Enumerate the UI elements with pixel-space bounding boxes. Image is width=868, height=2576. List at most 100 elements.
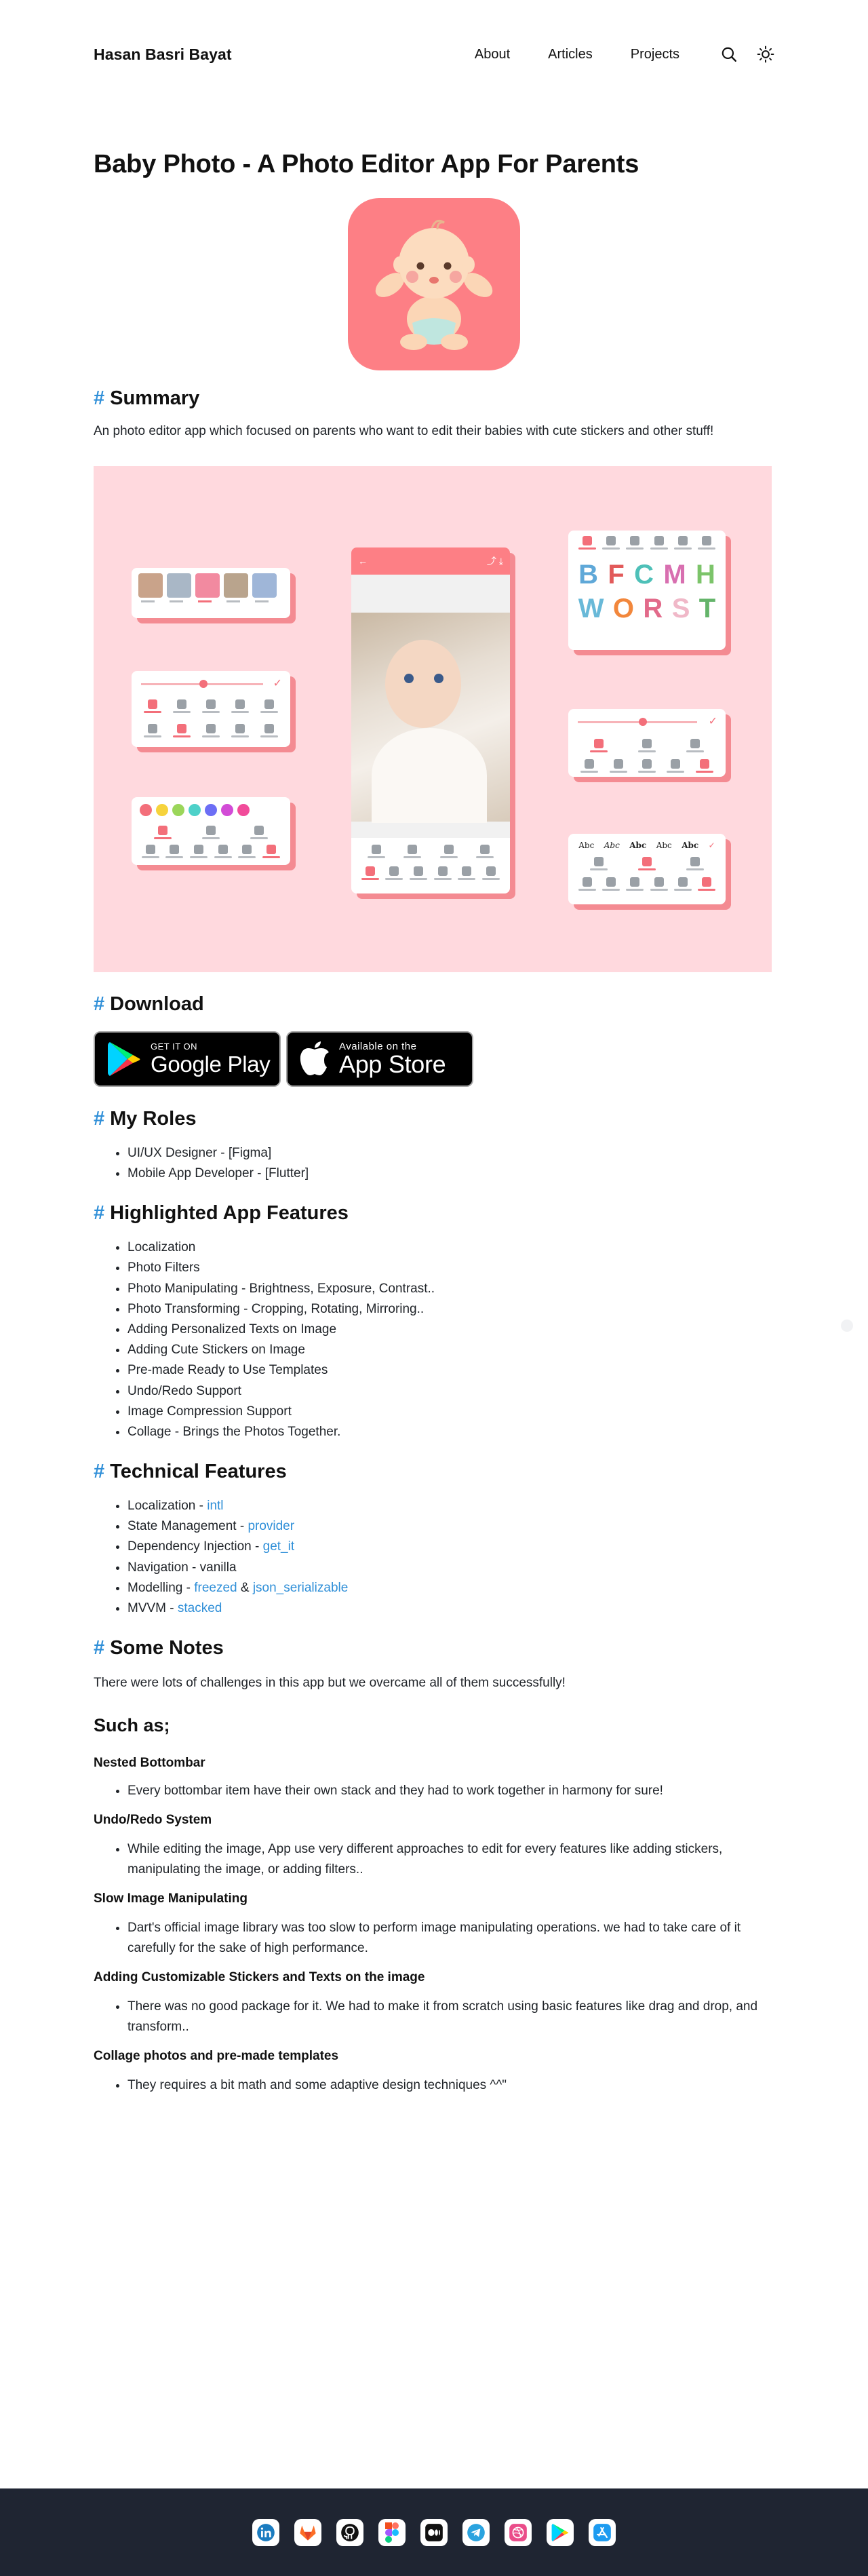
list-item: Localization [127,1237,774,1258]
nav-projects[interactable]: Projects [631,47,679,62]
text-color-screen-card [132,797,290,866]
sticker-letter: O [612,594,634,624]
list-item: Localization - intl [127,1496,774,1516]
note-text: Every bottombar item have their own stac… [127,1781,774,1801]
tech-label: State Management - [127,1519,248,1534]
site-header: Hasan Basri Bayat About Articles Project… [94,39,774,69]
anchor-hash[interactable]: # [94,1636,104,1660]
link-freezed[interactable]: freezed [194,1581,237,1595]
roles-heading-text: My Roles [110,1108,197,1130]
notes-heading-text: Some Notes [110,1637,224,1659]
roles-list: UI/UX Designer - [Figma] Mobile App Deve… [94,1143,774,1184]
sticker-letter: R [643,594,663,624]
anchor-hash[interactable]: # [94,1107,104,1131]
telegram-icon[interactable] [462,2518,490,2546]
list-item: MVVM - stacked [127,1598,774,1619]
note-title: Collage photos and pre-made templates [94,2049,339,2064]
link-provider[interactable]: provider [248,1519,294,1533]
google-badge-small-text: GET IT ON [151,1041,198,1052]
sticker-letter: W [578,594,604,624]
note-title: Nested Bottombar [94,1756,205,1771]
roles-heading: # My Roles [94,1107,774,1131]
brand-link[interactable]: Hasan Basri Bayat [94,45,232,64]
brightness-screen-card: ✓ [568,709,726,777]
anchor-hash[interactable]: # [94,387,104,410]
gitlab-icon[interactable] [294,2518,321,2546]
features-heading-text: Highlighted App Features [110,1202,349,1225]
tech-label: Navigation - vanilla [127,1560,237,1575]
anchor-hash[interactable]: # [94,1460,104,1484]
anchor-hash[interactable]: # [94,993,104,1016]
note-list: Every bottombar item have their own stac… [94,1781,774,1801]
list-item: UI/UX Designer - [Figma] [127,1143,774,1164]
google-play-badge[interactable]: GET IT ON Google Play [94,1031,281,1088]
adjust-screen-card: ✓ [132,671,290,748]
note-text: While editing the image, App use very di… [127,1839,774,1880]
app-store-badge[interactable]: Available on the App Store [286,1031,473,1088]
sticker-letter: S [671,594,690,624]
anchor-hash[interactable]: # [94,1202,104,1225]
note-text: There was no good package for it. We had… [127,1997,774,2037]
link-stacked[interactable]: stacked [178,1601,222,1615]
link-get-it[interactable]: get_it [263,1539,294,1554]
google-badge-big-text: Google Play [151,1052,271,1077]
back-arrow-icon: ← [358,556,368,567]
note-title: Adding Customizable Stickers and Texts o… [94,1970,425,1985]
sticker-letter: F [608,560,625,590]
google-play-icon [108,1042,140,1077]
tech-list: Localization - intl State Management - p… [94,1496,774,1619]
notes-subheading: Such as; [94,1715,170,1736]
app-icon-image [348,197,520,370]
fonts-screen-card: Abc Abc Abc Abc Abc ✓ [568,834,726,905]
editor-screen-card: ← ⤴ ⤓ [351,547,510,894]
sun-icon[interactable] [757,45,774,63]
store-badges: GET IT ON Google Play Available on the A… [94,1031,774,1088]
link-intl[interactable]: intl [207,1499,223,1513]
nav-icons [720,45,774,63]
baby-photo [351,613,510,824]
linkedin-icon[interactable] [252,2518,279,2546]
dribbble-icon[interactable] [505,2518,532,2546]
app-store-icon[interactable] [589,2518,616,2546]
nav-articles[interactable]: Articles [548,47,593,62]
medium-icon[interactable] [420,2518,448,2546]
github-icon[interactable] [336,2518,363,2546]
list-item: Photo Manipulating - Brightness, Exposur… [127,1279,774,1299]
link-json-serializable[interactable]: json_serializable [253,1581,348,1595]
summary-heading: # Summary [94,387,774,410]
list-item: Collage - Brings the Photos Together. [127,1422,774,1442]
filters-screen-card [132,568,290,619]
list-item: Photo Transforming - Cropping, Rotating,… [127,1299,774,1320]
search-icon[interactable] [720,45,738,63]
list-item: Photo Filters [127,1258,774,1278]
sticker-letter: H [695,560,715,590]
site-footer [0,2488,868,2576]
list-item: Adding Personalized Texts on Image [127,1320,774,1340]
sticker-letter: B [578,560,599,590]
figma-icon[interactable] [378,2518,406,2546]
tech-label: MVVM - [127,1601,178,1616]
apple-icon [300,1041,329,1076]
apple-badge-big-text: App Store [339,1050,446,1079]
note-list: Dart's official image library was too sl… [94,1918,774,1959]
tech-heading-text: Technical Features [110,1461,287,1483]
tech-joiner: & [237,1580,253,1595]
list-item: Undo/Redo Support [127,1381,774,1402]
notes-intro: There were lots of challenges in this ap… [94,1676,566,1691]
summary-text: An photo editor app which focused on par… [94,424,714,439]
list-item: Dependency Injection - get_it [127,1537,774,1557]
note-list: While editing the image, App use very di… [94,1839,774,1880]
nav-about[interactable]: About [475,47,510,62]
scroll-to-top-indicator[interactable] [841,1320,853,1332]
list-item: Image Compression Support [127,1402,774,1422]
list-item: Pre-made Ready to Use Templates [127,1360,774,1381]
list-item: Mobile App Developer - [Flutter] [127,1164,774,1184]
tech-heading: # Technical Features [94,1460,774,1484]
note-text: They requires a bit math and some adapti… [127,2075,774,2096]
page-title: Baby Photo - A Photo Editor App For Pare… [94,150,639,178]
list-item: Navigation - vanilla [127,1558,774,1578]
summary-heading-text: Summary [110,387,200,409]
google-play-store-icon[interactable] [547,2518,574,2546]
sticker-letter: T [698,594,716,624]
note-list: They requires a bit math and some adapti… [94,2075,774,2096]
